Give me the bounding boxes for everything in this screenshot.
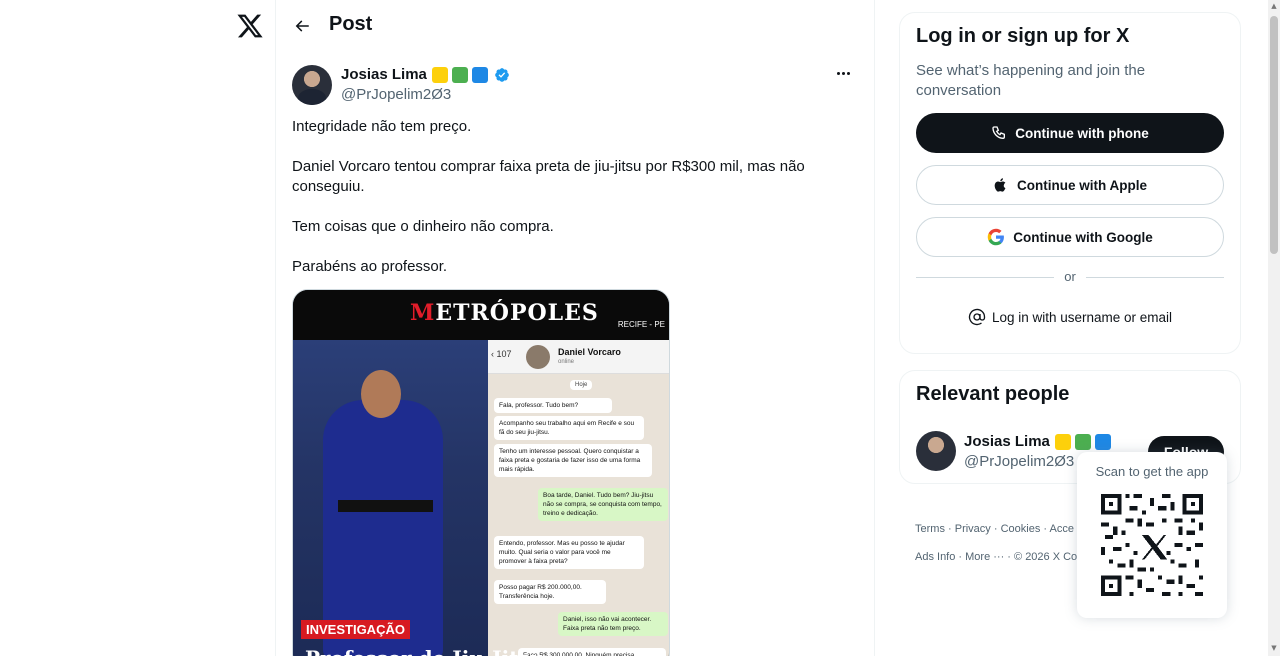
post-text-line: Integridade não tem preço.: [292, 118, 472, 135]
phone-button-label: Continue with phone: [1015, 125, 1149, 141]
ads-info-link[interactable]: Ads Info: [915, 551, 955, 563]
chat-status: online: [558, 359, 575, 365]
privacy-link[interactable]: Privacy: [955, 523, 991, 535]
scrollbar-thumb[interactable]: [1270, 16, 1278, 254]
person-name-row: Josias Lima: [964, 433, 1111, 450]
blue-square-emoji: [1094, 433, 1111, 450]
post-image[interactable]: METRÓPOLES RECIFE - PE ‹ 107 Daniel Vorc…: [292, 289, 670, 656]
green-square-emoji: [1074, 433, 1091, 450]
chat-message: Tenho um interesse pessoal. Quero conqui…: [494, 444, 652, 477]
verified-badge-icon: [495, 67, 509, 82]
post-text: Integridade não tem preço. Daniel Vorcar…: [292, 117, 852, 297]
apple-icon: [994, 178, 1006, 192]
or-divider: or: [916, 269, 1224, 285]
page-title: Post: [329, 13, 373, 35]
chat-message: Boa tarde, Daniel. Tudo bem? Jiu-jitsu n…: [538, 488, 668, 521]
metropoles-banner: METRÓPOLES RECIFE - PE: [293, 290, 669, 340]
chat-message: Daniel, isso não vai acontecer. Faixa pr…: [558, 612, 668, 636]
author-avatar[interactable]: [292, 65, 332, 105]
chat-message: Acompanho seu trabalho aqui em Recife e …: [494, 416, 644, 440]
qr-popup-text: Scan to get the app: [1095, 464, 1209, 479]
person-handle[interactable]: @PrJopelim2Ø3: [964, 453, 1074, 470]
chat-back-count: ‹ 107: [491, 349, 512, 359]
post-text-line: Daniel Vorcaro tentou comprar faixa pret…: [292, 158, 805, 195]
chat-header: ‹ 107 Daniel Vorcaro online: [488, 340, 669, 374]
fighter-photo: [293, 340, 488, 656]
person-avatar[interactable]: [916, 431, 956, 471]
author-name-row: Josias Lima: [341, 66, 510, 83]
author-handle[interactable]: @PrJopelim2Ø3: [341, 86, 451, 103]
scroll-down-arrow-icon[interactable]: ▼: [1270, 644, 1278, 652]
chat-screenshot: ‹ 107 Daniel Vorcaro online Hoje Fala, p…: [488, 340, 669, 656]
scroll-up-arrow-icon[interactable]: ▲: [1270, 2, 1278, 10]
post-header: Post: [276, 0, 874, 53]
qr-code-popup[interactable]: Scan to get the app: [1077, 452, 1227, 618]
page: Post Josias Lima @PrJopelim2Ø3 Integrida…: [0, 0, 1280, 656]
green-square-emoji: [451, 66, 468, 83]
back-arrow-icon[interactable]: [288, 12, 316, 40]
copyright-text: © 2026 X Cor: [1014, 551, 1081, 563]
terms-link[interactable]: Terms: [915, 523, 945, 535]
person-name[interactable]: Josias Lima: [964, 433, 1050, 450]
more-link[interactable]: More ···: [965, 551, 1004, 563]
continue-with-phone-button[interactable]: Continue with phone: [916, 113, 1224, 153]
x-logo-icon[interactable]: [236, 12, 264, 40]
login-subtitle: See what’s happening and join the conver…: [916, 62, 1146, 99]
location-label: RECIFE - PE: [617, 320, 665, 329]
metropoles-logo: METRÓPOLES: [410, 300, 599, 326]
yellow-square-emoji: [431, 66, 448, 83]
continue-with-apple-button[interactable]: Continue with Apple: [916, 165, 1224, 205]
or-text: or: [1064, 269, 1076, 284]
post-column: Post Josias Lima @PrJopelim2Ø3 Integrida…: [275, 0, 875, 656]
google-button-label: Continue with Google: [1013, 229, 1153, 245]
phone-icon: [992, 126, 1006, 140]
chat-contact-name: Daniel Vorcaro: [558, 347, 621, 357]
login-card: Log in or sign up for X See what’s happe…: [899, 12, 1241, 354]
chat-day: Hoje: [570, 380, 593, 390]
yellow-square-emoji: [1054, 433, 1071, 450]
page-scrollbar[interactable]: ▲ ▼: [1268, 0, 1280, 656]
google-icon: [988, 228, 1005, 246]
continue-with-google-button[interactable]: Continue with Google: [916, 217, 1224, 257]
investigation-tag: INVESTIGAÇÃO: [301, 620, 410, 639]
apple-button-label: Continue with Apple: [1017, 177, 1147, 193]
chat-message: Fala, professor. Tudo bem?: [494, 398, 612, 413]
more-options-icon[interactable]: [832, 62, 854, 84]
username-link-label: Log in with username or email: [991, 309, 1173, 325]
login-with-username-link[interactable]: Log in with username or email: [916, 305, 1224, 329]
post-text-line: Parabéns ao professor.: [292, 258, 448, 275]
login-title: Log in or sign up for X: [916, 25, 1130, 47]
image-headline: Professor de Jiu-Jitsu: [305, 646, 544, 656]
post-text-line: Tem coisas que o dinheiro não compra.: [292, 218, 554, 235]
relevant-people-title: Relevant people: [916, 383, 1070, 405]
chat-message: Posso pagar R$ 200.000,00. Transferência…: [494, 580, 606, 604]
at-sign-icon: [968, 308, 986, 326]
cookies-link[interactable]: Cookies: [1001, 523, 1041, 535]
chat-avatar: [526, 345, 550, 369]
blue-square-emoji: [471, 66, 488, 83]
qr-code-icon: [1101, 494, 1203, 596]
accessibility-link[interactable]: Acce: [1050, 523, 1074, 535]
chat-message: Entendo, professor. Mas eu posso te ajud…: [494, 536, 644, 569]
author-name[interactable]: Josias Lima: [341, 66, 427, 83]
